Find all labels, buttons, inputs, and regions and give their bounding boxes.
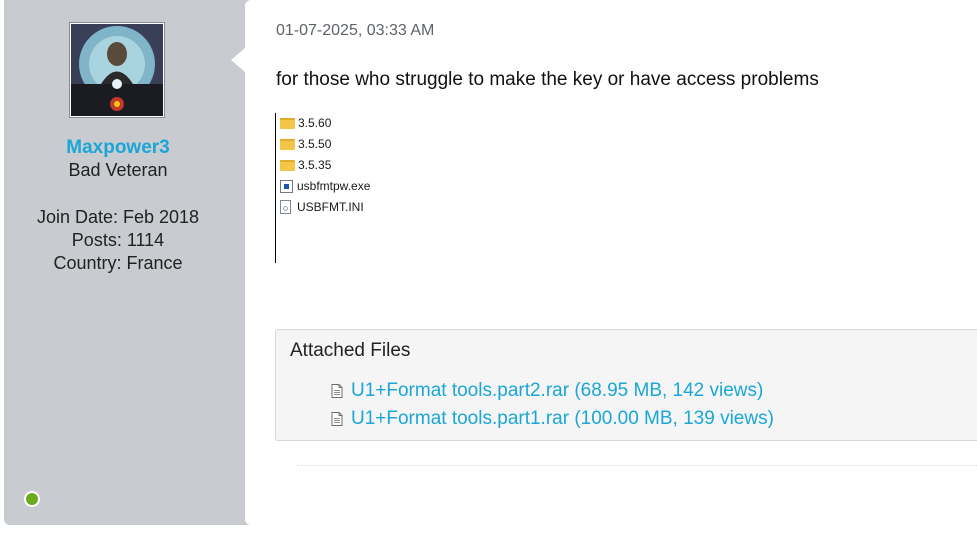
file-icon xyxy=(331,412,343,426)
attachment-link[interactable]: U1+Format tools.part1.rar (100.00 MB, 13… xyxy=(329,408,774,430)
online-status-icon xyxy=(24,491,40,507)
post-date: 01-07-2025, 03:33 AM xyxy=(276,22,435,39)
folder-icon xyxy=(280,117,295,129)
ini-file-icon xyxy=(280,200,291,214)
attached-files-box: Attached Files U1+Format tools.part2.rar… xyxy=(275,329,977,441)
attachment-link[interactable]: U1+Format tools.part2.rar (68.95 MB, 142… xyxy=(329,380,763,402)
screenshot-row: 3.5.60 xyxy=(280,114,331,132)
screenshot-file-name: 3.5.35 xyxy=(298,158,332,172)
speech-arrow xyxy=(231,48,245,72)
join-date: Join Date: Feb 2018 xyxy=(36,207,200,227)
username-link[interactable]: Maxpower3 xyxy=(4,137,232,159)
screenshot-row: USBFMT.INI xyxy=(280,198,364,216)
screenshot-row: usbfmtpw.exe xyxy=(280,177,370,195)
folder-icon xyxy=(280,159,295,171)
post-content: 01-07-2025, 03:33 AM for those who strug… xyxy=(231,0,977,525)
screenshot-row: 3.5.50 xyxy=(280,135,331,153)
screenshot-file-name: USBFMT.INI xyxy=(297,200,364,214)
post-count: Posts: 1114 xyxy=(71,230,165,250)
forum-post: Maxpower3 Bad Veteran Join Date: Feb 201… xyxy=(4,0,977,525)
file-icon xyxy=(331,384,343,398)
attachment-label[interactable]: U1+Format tools.part2.rar (68.95 MB, 142… xyxy=(351,380,763,402)
user-stats: Join Date: Feb 2018 Posts: 1114 Country:… xyxy=(4,206,232,275)
country: Country: France xyxy=(53,253,183,273)
screenshot-file-name: 3.5.60 xyxy=(298,116,332,130)
attachment-label[interactable]: U1+Format tools.part1.rar (100.00 MB, 13… xyxy=(351,408,774,430)
screenshot-file-name: 3.5.50 xyxy=(298,137,332,151)
post-text: for those who struggle to make the key o… xyxy=(276,69,819,90)
post-divider xyxy=(297,465,977,466)
screenshot-file-name: usbfmtpw.exe xyxy=(297,179,371,193)
folder-icon xyxy=(280,138,295,150)
avatar-image xyxy=(71,24,163,116)
user-info-panel: Maxpower3 Bad Veteran Join Date: Feb 201… xyxy=(4,0,245,525)
avatar[interactable] xyxy=(69,22,165,118)
screenshot-row: 3.5.35 xyxy=(280,156,331,174)
attached-files-title: Attached Files xyxy=(290,340,411,361)
user-title: Bad Veteran xyxy=(68,160,168,180)
embedded-screenshot[interactable]: 3.5.60 3.5.50 3.5.35 usbfmtpw.exe USBFMT… xyxy=(275,113,426,263)
exe-icon xyxy=(280,179,293,193)
